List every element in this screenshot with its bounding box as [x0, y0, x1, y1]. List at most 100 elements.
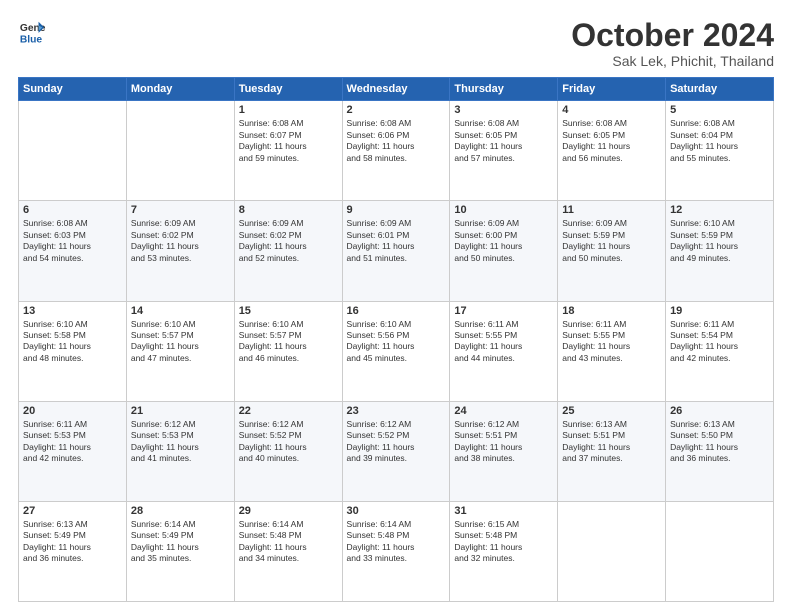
day-number: 27	[23, 505, 122, 517]
day-number: 13	[23, 305, 122, 317]
day-info: Sunrise: 6:12 AM Sunset: 5:52 PM Dayligh…	[347, 419, 446, 465]
day-number: 8	[239, 204, 338, 216]
day-info: Sunrise: 6:10 AM Sunset: 5:58 PM Dayligh…	[23, 319, 122, 365]
table-row: 26 Sunrise: 6:13 AM Sunset: 5:50 PM Dayli…	[666, 401, 774, 501]
day-info: Sunrise: 6:09 AM Sunset: 6:02 PM Dayligh…	[131, 218, 230, 264]
day-info: Sunrise: 6:13 AM Sunset: 5:50 PM Dayligh…	[670, 419, 769, 465]
day-number: 12	[670, 204, 769, 216]
day-info: Sunrise: 6:09 AM Sunset: 6:00 PM Dayligh…	[454, 218, 553, 264]
day-number: 10	[454, 204, 553, 216]
page: General Blue October 2024 Sak Lek, Phich…	[0, 0, 792, 612]
table-row: 6 Sunrise: 6:08 AM Sunset: 6:03 PM Daylig…	[19, 201, 127, 301]
day-number: 25	[562, 405, 661, 417]
table-row: 5Sunrise: 6:08 AM Sunset: 6:04 PM Daylig…	[666, 101, 774, 201]
calendar-table: Sunday Monday Tuesday Wednesday Thursday…	[18, 77, 774, 602]
table-row: 1 Sunrise: 6:08 AM Sunset: 6:07 PM Daylig…	[234, 101, 342, 201]
day-info: Sunrise: 6:13 AM Sunset: 5:51 PM Dayligh…	[562, 419, 661, 465]
table-row: 9 Sunrise: 6:09 AM Sunset: 6:01 PM Daylig…	[342, 201, 450, 301]
day-number: 6	[23, 204, 122, 216]
table-row	[558, 501, 666, 601]
day-info: Sunrise: 6:15 AM Sunset: 5:48 PM Dayligh…	[454, 519, 553, 565]
col-saturday: Saturday	[666, 78, 774, 101]
table-row: 17 Sunrise: 6:11 AM Sunset: 5:55 PM Dayli…	[450, 301, 558, 401]
day-info: Sunrise: 6:14 AM Sunset: 5:48 PM Dayligh…	[347, 519, 446, 565]
table-row: 14Sunrise: 6:10 AM Sunset: 5:57 PM Dayli…	[126, 301, 234, 401]
table-row: 13 Sunrise: 6:10 AM Sunset: 5:58 PM Dayli…	[19, 301, 127, 401]
title-block: October 2024 Sak Lek, Phichit, Thailand	[571, 18, 774, 69]
day-info: Sunrise: 6:08 AM Sunset: 6:04 PM Dayligh…	[670, 118, 769, 164]
calendar-week-row: 27 Sunrise: 6:13 AM Sunset: 5:49 PM Dayli…	[19, 501, 774, 601]
day-info: Sunrise: 6:10 AM Sunset: 5:59 PM Dayligh…	[670, 218, 769, 264]
day-number: 28	[131, 505, 230, 517]
logo: General Blue	[18, 18, 46, 46]
location: Sak Lek, Phichit, Thailand	[571, 53, 774, 69]
day-info: Sunrise: 6:10 AM Sunset: 5:57 PM Dayligh…	[131, 319, 230, 365]
day-number: 22	[239, 405, 338, 417]
day-info: Sunrise: 6:13 AM Sunset: 5:49 PM Dayligh…	[23, 519, 122, 565]
day-info: Sunrise: 6:08 AM Sunset: 6:05 PM Dayligh…	[454, 118, 553, 164]
day-info: Sunrise: 6:14 AM Sunset: 5:49 PM Dayligh…	[131, 519, 230, 565]
day-number: 17	[454, 305, 553, 317]
day-number: 31	[454, 505, 553, 517]
day-number: 3	[454, 104, 553, 116]
table-row: 16Sunrise: 6:10 AM Sunset: 5:56 PM Dayli…	[342, 301, 450, 401]
table-row: 2 Sunrise: 6:08 AM Sunset: 6:06 PM Daylig…	[342, 101, 450, 201]
day-info: Sunrise: 6:14 AM Sunset: 5:48 PM Dayligh…	[239, 519, 338, 565]
month-title: October 2024	[571, 18, 774, 53]
logo-icon: General Blue	[18, 18, 46, 46]
day-number: 2	[347, 104, 446, 116]
day-number: 9	[347, 204, 446, 216]
calendar-week-row: 13 Sunrise: 6:10 AM Sunset: 5:58 PM Dayli…	[19, 301, 774, 401]
table-row: 4Sunrise: 6:08 AM Sunset: 6:05 PM Daylig…	[558, 101, 666, 201]
day-info: Sunrise: 6:11 AM Sunset: 5:54 PM Dayligh…	[670, 319, 769, 365]
day-info: Sunrise: 6:08 AM Sunset: 6:06 PM Dayligh…	[347, 118, 446, 164]
col-monday: Monday	[126, 78, 234, 101]
table-row: 30 Sunrise: 6:14 AM Sunset: 5:48 PM Dayli…	[342, 501, 450, 601]
day-number: 21	[131, 405, 230, 417]
day-info: Sunrise: 6:12 AM Sunset: 5:51 PM Dayligh…	[454, 419, 553, 465]
day-number: 29	[239, 505, 338, 517]
day-number: 23	[347, 405, 446, 417]
day-info: Sunrise: 6:08 AM Sunset: 6:05 PM Dayligh…	[562, 118, 661, 164]
table-row: 8 Sunrise: 6:09 AM Sunset: 6:02 PM Daylig…	[234, 201, 342, 301]
day-number: 1	[239, 104, 338, 116]
day-info: Sunrise: 6:12 AM Sunset: 5:52 PM Dayligh…	[239, 419, 338, 465]
day-number: 20	[23, 405, 122, 417]
table-row: 24 Sunrise: 6:12 AM Sunset: 5:51 PM Dayli…	[450, 401, 558, 501]
table-row: 20 Sunrise: 6:11 AM Sunset: 5:53 PM Dayli…	[19, 401, 127, 501]
table-row: 7 Sunrise: 6:09 AM Sunset: 6:02 PM Daylig…	[126, 201, 234, 301]
svg-text:Blue: Blue	[20, 34, 43, 45]
col-friday: Friday	[558, 78, 666, 101]
table-row	[666, 501, 774, 601]
calendar-header-row: Sunday Monday Tuesday Wednesday Thursday…	[19, 78, 774, 101]
day-number: 30	[347, 505, 446, 517]
day-info: Sunrise: 6:11 AM Sunset: 5:55 PM Dayligh…	[562, 319, 661, 365]
day-info: Sunrise: 6:08 AM Sunset: 6:03 PM Dayligh…	[23, 218, 122, 264]
day-info: Sunrise: 6:11 AM Sunset: 5:53 PM Dayligh…	[23, 419, 122, 465]
table-row: 29 Sunrise: 6:14 AM Sunset: 5:48 PM Dayli…	[234, 501, 342, 601]
calendar-week-row: 6 Sunrise: 6:08 AM Sunset: 6:03 PM Daylig…	[19, 201, 774, 301]
table-row: 31 Sunrise: 6:15 AM Sunset: 5:48 PM Dayli…	[450, 501, 558, 601]
table-row: 23 Sunrise: 6:12 AM Sunset: 5:52 PM Dayli…	[342, 401, 450, 501]
day-info: Sunrise: 6:09 AM Sunset: 6:01 PM Dayligh…	[347, 218, 446, 264]
table-row: 27 Sunrise: 6:13 AM Sunset: 5:49 PM Dayli…	[19, 501, 127, 601]
day-number: 11	[562, 204, 661, 216]
table-row: 11Sunrise: 6:09 AM Sunset: 5:59 PM Dayli…	[558, 201, 666, 301]
table-row: 18Sunrise: 6:11 AM Sunset: 5:55 PM Dayli…	[558, 301, 666, 401]
day-number: 15	[239, 305, 338, 317]
day-number: 26	[670, 405, 769, 417]
day-info: Sunrise: 6:11 AM Sunset: 5:55 PM Dayligh…	[454, 319, 553, 365]
table-row	[19, 101, 127, 201]
calendar-week-row: 1 Sunrise: 6:08 AM Sunset: 6:07 PM Daylig…	[19, 101, 774, 201]
day-info: Sunrise: 6:10 AM Sunset: 5:57 PM Dayligh…	[239, 319, 338, 365]
col-wednesday: Wednesday	[342, 78, 450, 101]
day-info: Sunrise: 6:09 AM Sunset: 6:02 PM Dayligh…	[239, 218, 338, 264]
calendar-week-row: 20 Sunrise: 6:11 AM Sunset: 5:53 PM Dayli…	[19, 401, 774, 501]
day-number: 7	[131, 204, 230, 216]
day-info: Sunrise: 6:10 AM Sunset: 5:56 PM Dayligh…	[347, 319, 446, 365]
day-number: 24	[454, 405, 553, 417]
header: General Blue October 2024 Sak Lek, Phich…	[18, 18, 774, 69]
col-tuesday: Tuesday	[234, 78, 342, 101]
col-thursday: Thursday	[450, 78, 558, 101]
day-info: Sunrise: 6:08 AM Sunset: 6:07 PM Dayligh…	[239, 118, 338, 164]
